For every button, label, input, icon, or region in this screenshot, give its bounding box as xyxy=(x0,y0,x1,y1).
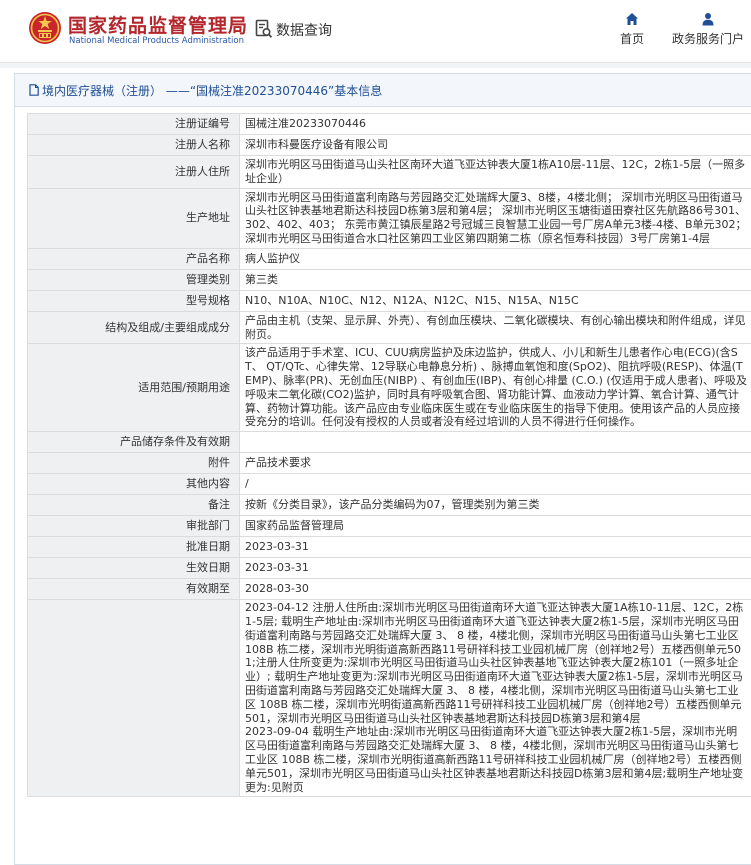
table-row: 产品储存条件及有效期 xyxy=(28,432,751,453)
table-row: 附件产品技术要求 xyxy=(28,453,751,474)
table-row: 管理类别第三类 xyxy=(28,269,751,290)
field-label: 生产地址 xyxy=(28,188,240,248)
home-icon xyxy=(625,12,639,26)
field-label: 产品名称 xyxy=(28,248,240,269)
field-label: 有效期至 xyxy=(28,579,240,600)
table-row: 注册人名称深圳市科曼医疗设备有限公司 xyxy=(28,135,751,156)
field-label: 适用范围/预期用途 xyxy=(28,344,240,432)
registration-detail-table: 注册证编号国械注准20233070446注册人名称深圳市科曼医疗设备有限公司注册… xyxy=(27,113,751,797)
change-entry: 2023-04-12 注册人住所由:深圳市光明区马田街道南环大道飞亚达钟表大厦1… xyxy=(245,601,747,725)
table-row: 审批部门国家药品监督管理局 xyxy=(28,516,751,537)
field-value: 病人监护仪 xyxy=(240,248,751,269)
field-value: 2023-03-31 xyxy=(240,537,751,558)
table-row: 结构及组成/主要组成成分产品由主机（支架、显示屏、外壳）、有创血压模块、二氧化碳… xyxy=(28,311,751,344)
field-label: 注册人住所 xyxy=(28,156,240,189)
field-value: 产品技术要求 xyxy=(240,453,751,474)
nav-home-label: 首页 xyxy=(620,32,644,46)
field-label: 附件 xyxy=(28,453,240,474)
site-subtitle: National Medical Products Administration xyxy=(69,36,244,46)
field-label: 产品储存条件及有效期 xyxy=(28,432,240,453)
site-title[interactable]: 国家药品监督管理局 xyxy=(68,11,248,38)
document-search-icon xyxy=(255,19,273,39)
table-row: 注册人住所深圳市光明区马田街道马山头社区南环大道飞亚达钟表大厦1栋A10层-11… xyxy=(28,156,751,189)
field-label: 审批部门 xyxy=(28,516,240,537)
field-value: 国家药品监督管理局 xyxy=(240,516,751,537)
site-header: 国家药品监督管理局 National Medical Products Admi… xyxy=(0,0,751,62)
field-value: N10、N10A、N10C、N12、N12A、N12C、N15、N15A、N15… xyxy=(240,290,751,311)
table-row: 适用范围/预期用途该产品适用于手术室、ICU、CUU病房监护及床边监护，供成人、… xyxy=(28,344,751,432)
field-label: 生效日期 xyxy=(28,558,240,579)
change-history: 2023-04-12 注册人住所由:深圳市光明区马田街道南环大道飞亚达钟表大厦1… xyxy=(240,600,751,797)
national-emblem-icon xyxy=(28,11,62,45)
field-value: 按新《分类目录》，该产品分类编码为07，管理类别为第三类 xyxy=(240,495,751,516)
table-row: 其他内容/ xyxy=(28,474,751,495)
field-value xyxy=(240,432,751,453)
table-row: 生效日期2023-03-31 xyxy=(28,558,751,579)
table-row: 注册证编号国械注准20233070446 xyxy=(28,114,751,135)
table-row: 批准日期2023-03-31 xyxy=(28,537,751,558)
field-label: 管理类别 xyxy=(28,269,240,290)
field-value: 深圳市光明区马田街道富利南路与芳园路交汇处瑞辉大厦3、8楼，4楼北侧； 深圳市光… xyxy=(240,188,751,248)
field-value: 该产品适用于手术室、ICU、CUU病房监护及床边监护，供成人、小儿和新生儿患者作… xyxy=(240,344,751,432)
field-value: 深圳市科曼医疗设备有限公司 xyxy=(240,135,751,156)
header-divider xyxy=(0,62,751,68)
field-value: 第三类 xyxy=(240,269,751,290)
field-label: 结构及组成/主要组成成分 xyxy=(28,311,240,344)
detail-panel: 境内医疗器械（注册） ——“国械注准20233070446”基本信息 注册证编号… xyxy=(14,73,751,865)
change-history-label xyxy=(28,600,240,797)
field-value: 深圳市光明区马田街道马山头社区南环大道飞亚达钟表大厦1栋A10层-11层、12C… xyxy=(240,156,751,189)
field-label: 注册证编号 xyxy=(28,114,240,135)
table-row: 生产地址深圳市光明区马田街道富利南路与芳园路交汇处瑞辉大厦3、8楼，4楼北侧； … xyxy=(28,188,751,248)
table-row: 型号规格N10、N10A、N10C、N12、N12A、N12C、N15、N15A… xyxy=(28,290,751,311)
document-icon xyxy=(29,84,39,96)
breadcrumb: 境内医疗器械（注册） ——“国械注准20233070446”基本信息 xyxy=(15,74,751,107)
field-label: 批准日期 xyxy=(28,537,240,558)
field-label: 型号规格 xyxy=(28,290,240,311)
table-row: 产品名称病人监护仪 xyxy=(28,248,751,269)
data-query-label: 数据查询 xyxy=(276,20,332,40)
table-row: 备注按新《分类目录》，该产品分类编码为07，管理类别为第三类 xyxy=(28,495,751,516)
field-value: 2028-03-30 xyxy=(240,579,751,600)
field-label: 其他内容 xyxy=(28,474,240,495)
nav-home[interactable]: 首页 xyxy=(617,12,647,47)
user-icon xyxy=(701,12,715,26)
field-label: 备注 xyxy=(28,495,240,516)
field-label: 注册人名称 xyxy=(28,135,240,156)
field-value: 国械注准20233070446 xyxy=(240,114,751,135)
field-value: 产品由主机（支架、显示屏、外壳）、有创血压模块、二氧化碳模块、有创心输出模块和附… xyxy=(240,311,751,344)
change-history-row: 2023-04-12 注册人住所由:深圳市光明区马田街道南环大道飞亚达钟表大厦1… xyxy=(28,600,751,797)
nav-government-services-label: 政务服务门户 xyxy=(672,32,744,46)
table-row: 有效期至2028-03-30 xyxy=(28,579,751,600)
nav-government-services[interactable]: 政务服务门户 xyxy=(668,12,748,47)
field-value: / xyxy=(240,474,751,495)
field-value: 2023-03-31 xyxy=(240,558,751,579)
change-entry: 2023-09-04 载明生产地址由:深圳市光明区马田街道南环大道飞亚达钟表大厦… xyxy=(245,725,747,794)
breadcrumb-text: 境内医疗器械（注册） ——“国械注准20233070446”基本信息 xyxy=(42,82,382,99)
